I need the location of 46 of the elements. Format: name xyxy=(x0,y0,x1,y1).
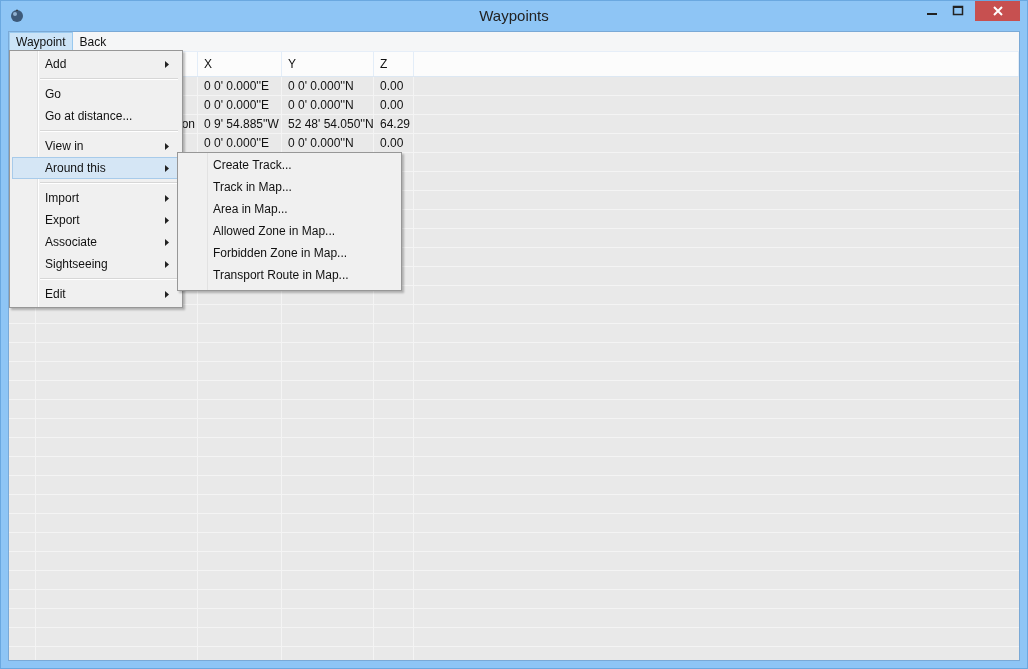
menu-item[interactable]: Sightseeing xyxy=(12,253,180,275)
table-cell: 0.00 xyxy=(380,79,404,93)
maximize-icon xyxy=(952,5,964,17)
submenu-arrow-icon xyxy=(165,194,169,202)
table-cell: 64.29 xyxy=(380,117,411,131)
menu-bar-item[interactable]: Back xyxy=(72,32,114,51)
submenu-arrow-icon xyxy=(165,60,169,68)
table-cell: 0 0' 0.000''N xyxy=(288,79,354,93)
menu-item[interactable]: Track in Map... xyxy=(180,176,399,198)
globe-icon xyxy=(10,9,24,23)
submenu-arrow-icon xyxy=(165,142,169,150)
table-cell: 0 0' 0.000''E xyxy=(204,136,269,150)
close-button[interactable] xyxy=(975,1,1020,21)
menu-item[interactable]: Associate xyxy=(12,231,180,253)
table-cell: 0 0' 0.000''E xyxy=(204,98,269,112)
table-cell: 0.00 xyxy=(380,136,404,150)
submenu-arrow-icon xyxy=(165,164,169,172)
submenu-arrow-icon xyxy=(165,290,169,298)
submenu-arrow-icon xyxy=(165,260,169,268)
menu-item[interactable]: Export xyxy=(12,209,180,231)
column-header[interactable]: Z xyxy=(380,57,388,71)
table-cell: 0 0' 0.000''N xyxy=(288,98,354,112)
table-cell: 0 9' 54.885''W xyxy=(204,117,279,131)
menu-item[interactable]: Edit xyxy=(12,283,180,305)
menu-item[interactable]: Create Track... xyxy=(180,154,399,176)
menu-item[interactable]: Go xyxy=(12,83,180,105)
table-cell: 0 0' 0.000''E xyxy=(204,79,269,93)
table-cell: 0 0' 0.000''N xyxy=(288,136,354,150)
menu-item[interactable]: Go at distance... xyxy=(12,105,180,127)
submenu-arrow-icon xyxy=(165,216,169,224)
menu-item[interactable]: Allowed Zone in Map... xyxy=(180,220,399,242)
menu-item[interactable]: Area in Map... xyxy=(180,198,399,220)
table-cell: 52 48' 54.050''N xyxy=(288,117,374,131)
window-title: Waypoints xyxy=(479,7,549,24)
column-header[interactable]: Y xyxy=(288,57,296,71)
menu-item[interactable]: Around this xyxy=(12,157,180,179)
submenu-arrow-icon xyxy=(165,238,169,246)
close-icon xyxy=(991,5,1004,17)
menu-item[interactable]: Add xyxy=(12,53,180,75)
menu-item[interactable]: Transport Route in Map... xyxy=(180,264,399,286)
menu-item[interactable]: Forbidden Zone in Map... xyxy=(180,242,399,264)
table-cell: 0.00 xyxy=(380,98,404,112)
column-header[interactable]: X xyxy=(204,57,212,71)
menu-item[interactable]: Import xyxy=(12,187,180,209)
menu-item[interactable]: View in xyxy=(12,135,180,157)
minimize-icon xyxy=(927,13,937,15)
